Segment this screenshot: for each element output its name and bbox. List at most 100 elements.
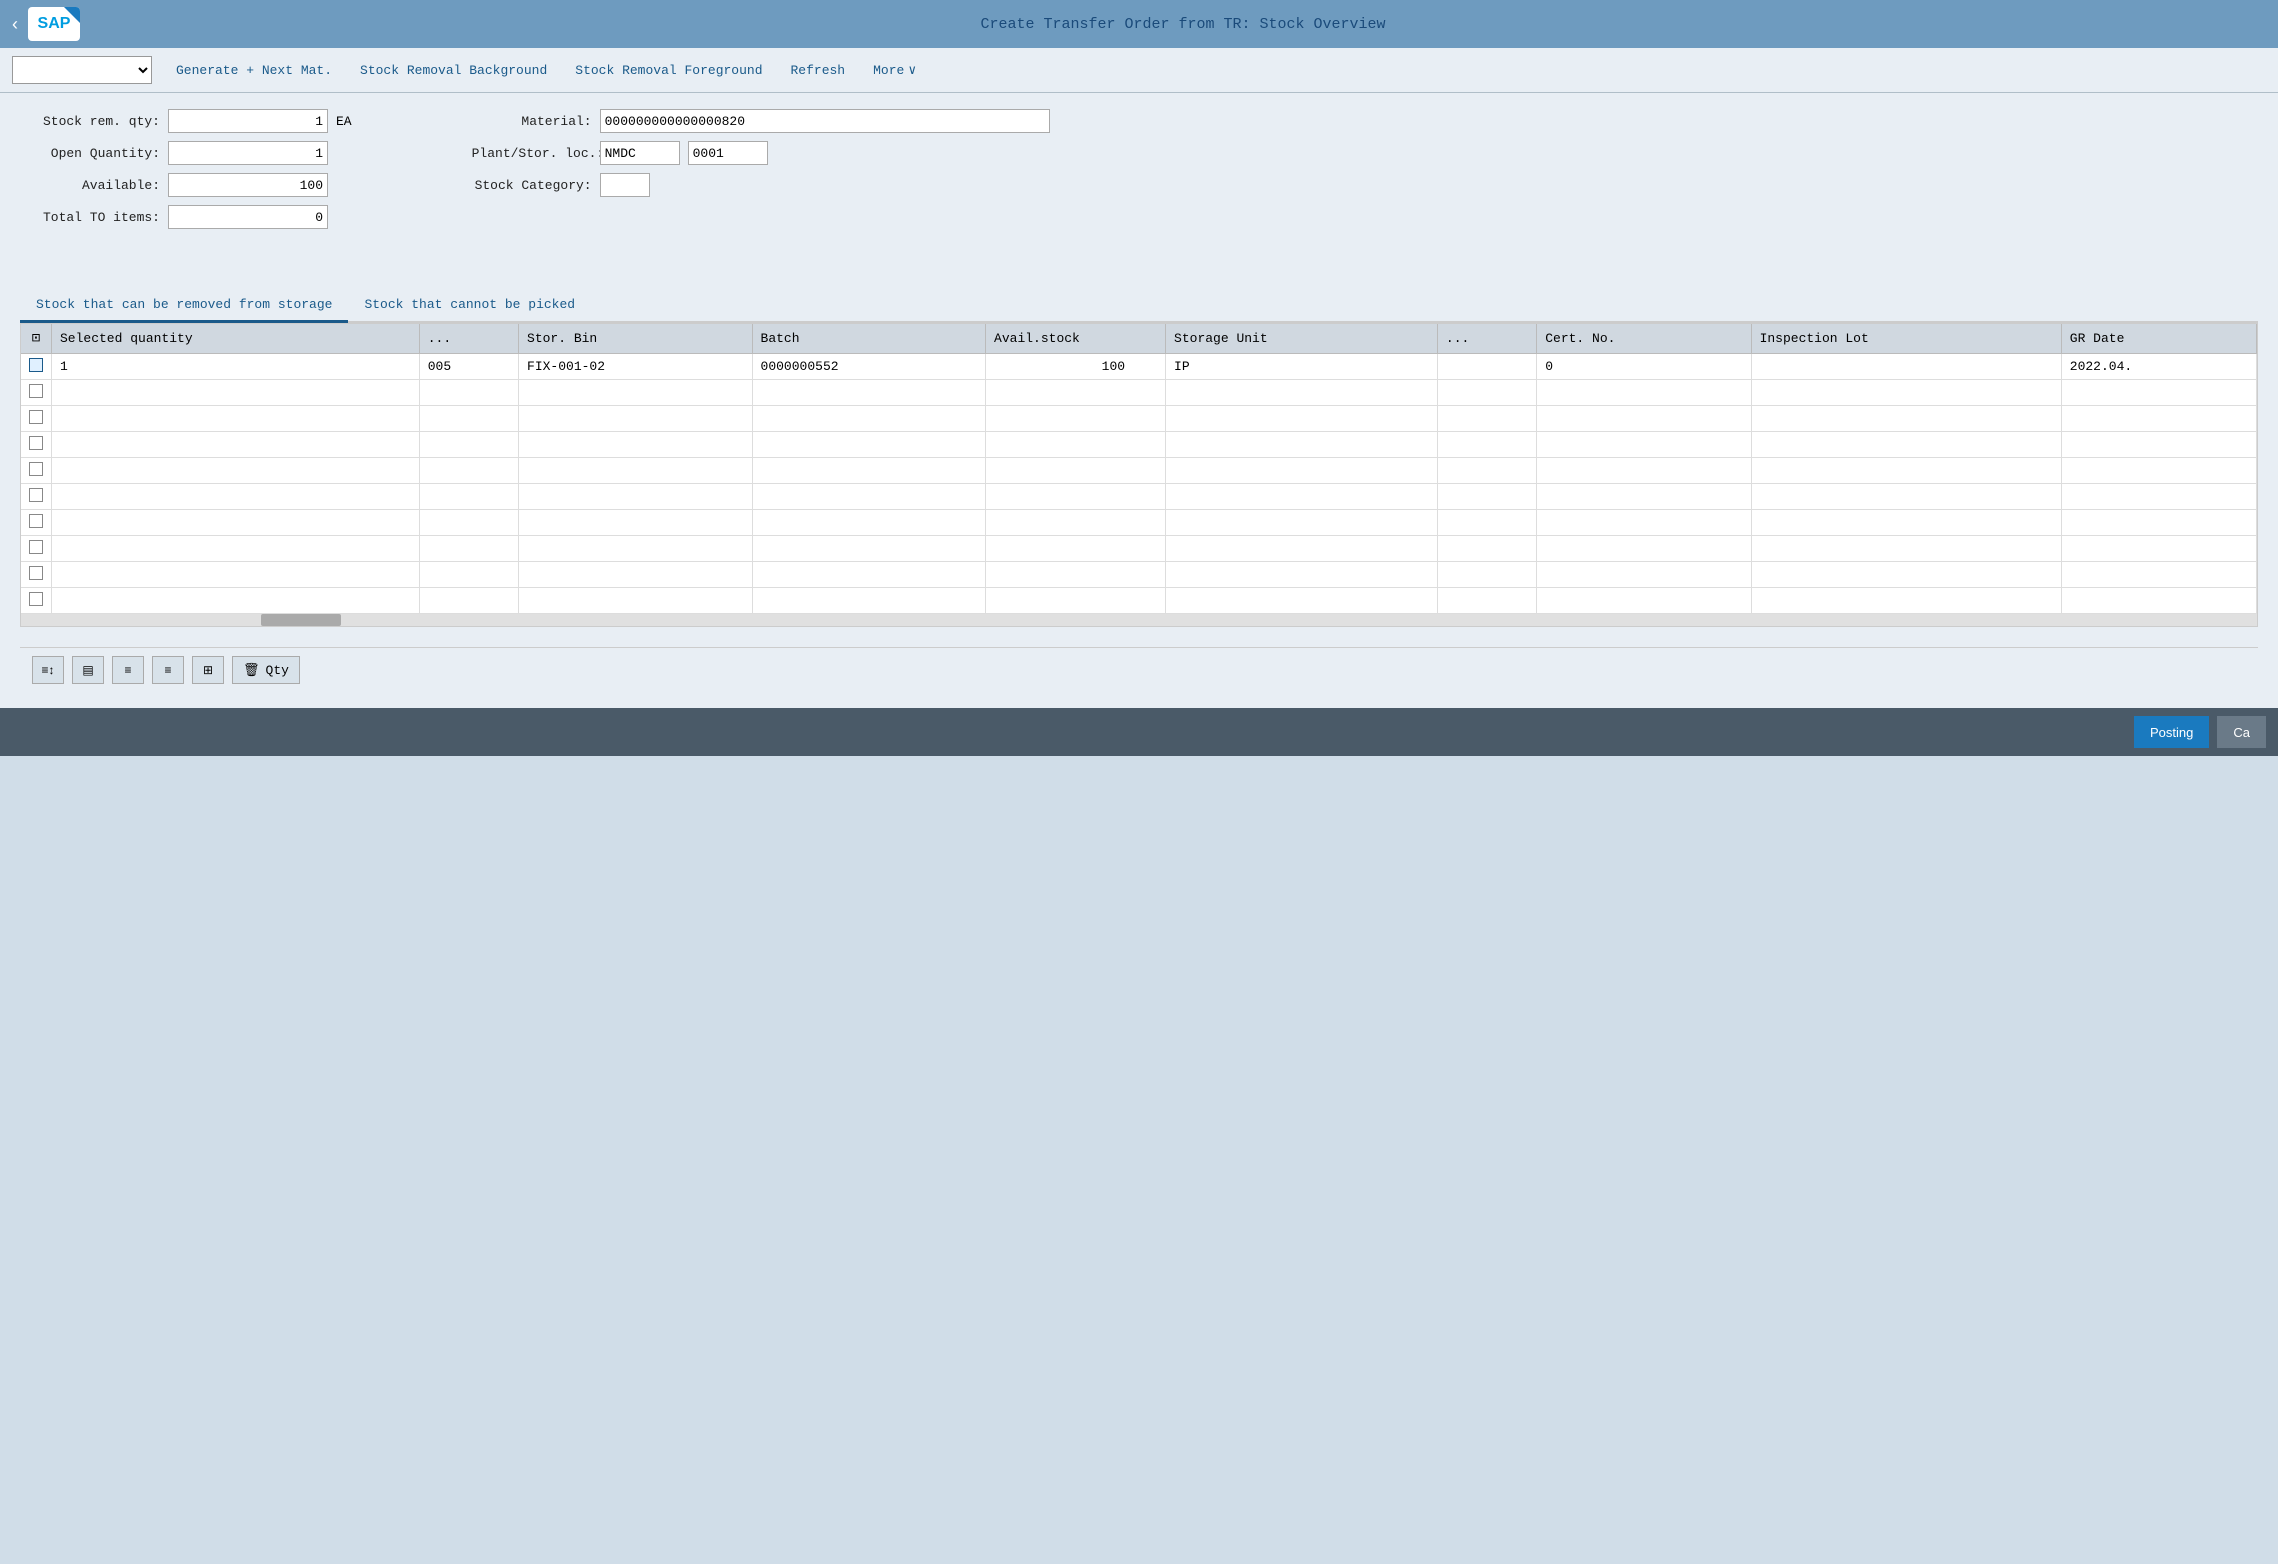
col-header-stor-bin: Stor. Bin <box>519 324 753 354</box>
row-batch: 0000000552 <box>752 354 986 380</box>
sap-logo: SAP <box>28 7 80 41</box>
stock-category-label: Stock Category: <box>472 178 592 193</box>
available-label: Available: <box>20 178 160 193</box>
table-row <box>21 406 2257 432</box>
stock-removal-fg-button[interactable]: Stock Removal Foreground <box>571 61 766 80</box>
row-inspection-lot <box>1751 354 2061 380</box>
total-to-row: Total TO items: <box>20 205 352 229</box>
available-input[interactable] <box>168 173 328 197</box>
plant-stor-label: Plant/Stor. loc.: <box>472 146 592 161</box>
row-ellipsis1: 005 <box>419 354 518 380</box>
col-header-check: ⊡ <box>21 324 52 354</box>
table-row: 1 005 FIX-001-02 0000000552 100 <box>21 354 2257 380</box>
row-ellipsis2 <box>1437 354 1536 380</box>
stock-removal-bg-button[interactable]: Stock Removal Background <box>356 61 551 80</box>
stock-rem-qty-row: Stock rem. qty: EA <box>20 109 352 133</box>
material-input[interactable] <box>600 109 1050 133</box>
row-selected-qty: 1 <box>52 354 420 380</box>
tab-removable[interactable]: Stock that can be removed from storage <box>20 289 348 323</box>
header: ‹ SAP Create Transfer Order from TR: Sto… <box>0 0 2278 48</box>
back-button[interactable]: ‹ <box>12 14 18 35</box>
table-row <box>21 536 2257 562</box>
row-checkbox[interactable] <box>29 410 43 424</box>
row-checkbox[interactable] <box>29 384 43 398</box>
stock-table: ⊡ Selected quantity ... Stor. Bin Batch <box>21 324 2257 614</box>
col-header-gr-date: GR Date <box>2061 324 2256 354</box>
sap-flag-decoration <box>64 7 80 23</box>
filter-button[interactable]: ▤ <box>72 656 104 684</box>
row-check-cell[interactable] <box>21 354 52 380</box>
table-row <box>21 588 2257 614</box>
total-to-input[interactable] <box>168 205 328 229</box>
row-checkbox[interactable] <box>29 566 43 580</box>
col-header-cert-no: Cert. No. <box>1537 324 1751 354</box>
filter-icon: ▤ <box>82 663 93 677</box>
total-to-label: Total TO items: <box>20 210 160 225</box>
select-all-icon[interactable]: ⊡ <box>32 331 40 347</box>
open-quantity-row: Open Quantity: <box>20 141 352 165</box>
calculator-button[interactable]: ⊞ <box>192 656 224 684</box>
spacer <box>20 249 2258 269</box>
col-header-batch: Batch <box>752 324 986 354</box>
stock-rem-qty-input[interactable] <box>168 109 328 133</box>
form-section: Stock rem. qty: EA Open Quantity: Availa… <box>20 109 2258 229</box>
trash-icon: 🗑 <box>243 663 260 678</box>
col-header-inspection-lot: Inspection Lot <box>1751 324 2061 354</box>
col-header-avail-stock: Avail.stock <box>986 324 1166 354</box>
stor-loc-input[interactable] <box>688 141 768 165</box>
stock-category-input[interactable] <box>600 173 650 197</box>
horizontal-scrollbar[interactable] <box>21 614 2257 626</box>
row-checkbox[interactable] <box>29 488 43 502</box>
row-stor-bin: FIX-001-02 <box>519 354 753 380</box>
open-quantity-input[interactable] <box>168 141 328 165</box>
cancel-button[interactable]: Ca <box>2217 716 2266 748</box>
row-checkbox[interactable] <box>29 592 43 606</box>
row-cert-no: 0 <box>1537 354 1751 380</box>
open-quantity-label: Open Quantity: <box>20 146 160 161</box>
form-right: Material: Plant/Stor. loc.: Stock Catego… <box>472 109 1050 229</box>
scrollbar-thumb[interactable] <box>261 614 341 626</box>
chevron-down-icon: ∨ <box>908 63 916 78</box>
table-row <box>21 432 2257 458</box>
plant-input[interactable] <box>600 141 680 165</box>
row-storage-unit: IP <box>1166 354 1438 380</box>
row-checkbox[interactable] <box>29 462 43 476</box>
sort-icon: ≡↕ <box>41 663 54 677</box>
align-left-button[interactable]: ≡ <box>112 656 144 684</box>
page-title: Create Transfer Order from TR: Stock Ove… <box>100 16 2266 33</box>
row-checkbox[interactable] <box>29 358 43 372</box>
align-right-button[interactable]: ≡ <box>152 656 184 684</box>
delete-qty-button[interactable]: 🗑 Qty <box>232 656 300 684</box>
more-label: More <box>873 63 904 78</box>
available-row: Available: <box>20 173 352 197</box>
table-row <box>21 510 2257 536</box>
row-checkbox[interactable] <box>29 540 43 554</box>
tab-not-picked[interactable]: Stock that cannot be picked <box>348 289 591 323</box>
sort-button[interactable]: ≡↕ <box>32 656 64 684</box>
form-left: Stock rem. qty: EA Open Quantity: Availa… <box>20 109 352 229</box>
row-checkbox[interactable] <box>29 514 43 528</box>
posting-button[interactable]: Posting <box>2134 716 2209 748</box>
stock-rem-qty-label: Stock rem. qty: <box>20 114 160 129</box>
row-gr-date: 2022.04. <box>2061 354 2256 380</box>
align-left-icon: ≡ <box>124 663 131 677</box>
generate-next-mat-button[interactable]: Generate + Next Mat. <box>172 61 336 80</box>
calculator-icon: ⊞ <box>203 663 213 677</box>
refresh-button[interactable]: Refresh <box>787 61 850 80</box>
row-checkbox[interactable] <box>29 436 43 450</box>
table-wrapper[interactable]: ⊡ Selected quantity ... Stor. Bin Batch <box>21 324 2257 626</box>
table-row <box>21 562 2257 588</box>
qty-label: Qty <box>266 663 289 678</box>
col-header-ellipsis1: ... <box>419 324 518 354</box>
tabs-section: Stock that can be removed from storage S… <box>20 289 2258 323</box>
col-header-selected-qty: Selected quantity <box>52 324 420 354</box>
table-section: ⊡ Selected quantity ... Stor. Bin Batch <box>20 323 2258 627</box>
toolbar: Generate + Next Mat. Stock Removal Backg… <box>0 48 2278 93</box>
toolbar-select[interactable] <box>12 56 152 84</box>
more-button[interactable]: More ∨ <box>869 61 920 80</box>
bottom-toolbar: ≡↕ ▤ ≡ ≡ ⊞ 🗑 Qty <box>20 647 2258 692</box>
stock-category-row: Stock Category: <box>472 173 1050 197</box>
plant-stor-row: Plant/Stor. loc.: <box>472 141 1050 165</box>
main-content: Stock rem. qty: EA Open Quantity: Availa… <box>0 93 2278 708</box>
align-right-icon: ≡ <box>164 663 171 677</box>
